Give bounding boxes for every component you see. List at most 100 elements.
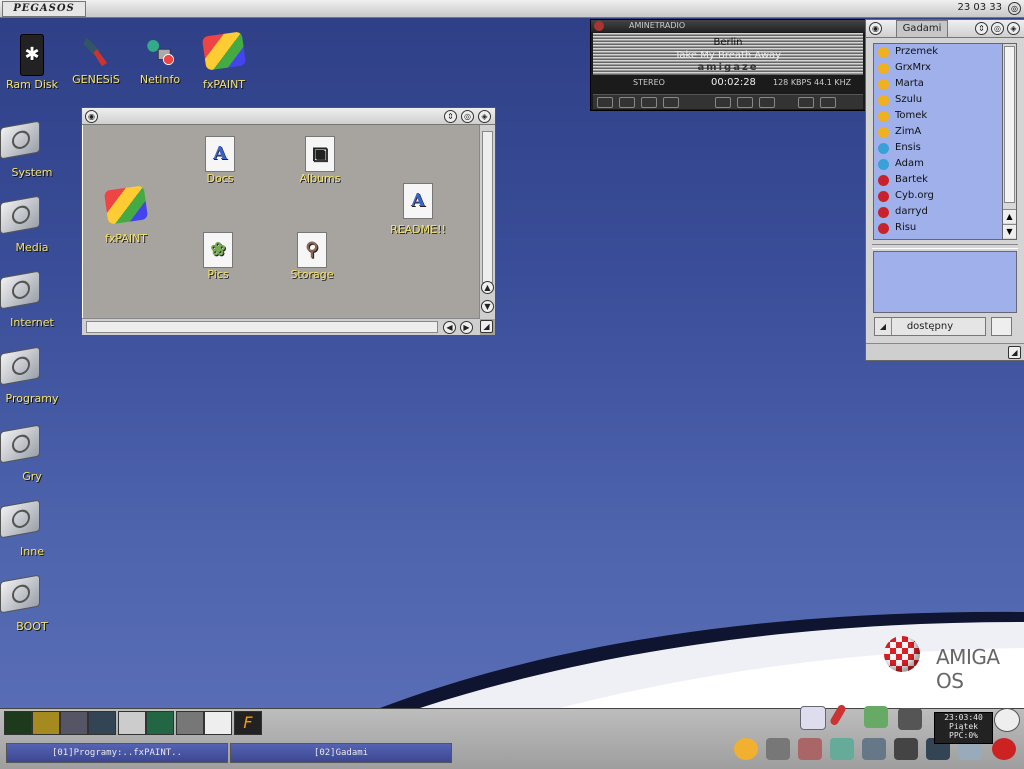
contact-item[interactable]: Ensis: [874, 140, 1002, 156]
record-icon[interactable]: [736, 97, 753, 108]
screen-depth-icon[interactable]: ◎: [1008, 2, 1021, 15]
desktop-icon-programy[interactable]: Programy: [0, 346, 64, 405]
scroll-left-icon[interactable]: ◀: [443, 321, 456, 334]
drawer-item-pics[interactable]: ❀ Pics: [178, 232, 258, 281]
monitor-icon[interactable]: [894, 738, 918, 760]
drawer-item-albums[interactable]: ▣ Albums: [280, 136, 360, 185]
resize-grip-icon[interactable]: ◢: [1008, 346, 1021, 359]
tools-icon[interactable]: [60, 711, 88, 735]
contact-scroll-knob[interactable]: [1004, 46, 1015, 203]
desktop-icon-boot[interactable]: BOOT: [0, 574, 64, 633]
play-icon[interactable]: [619, 97, 635, 108]
scissors-icon[interactable]: [798, 738, 822, 760]
gadami-title-bar[interactable]: ◉ Gadami ⇕ ◎ ◈: [866, 20, 1024, 38]
mplayer-icon[interactable]: [800, 706, 826, 730]
contact-item[interactable]: Cyb.org: [874, 188, 1002, 204]
message-area[interactable]: [873, 251, 1017, 313]
rewind-icon[interactable]: [714, 97, 731, 108]
iconify-icon[interactable]: ⇕: [444, 110, 457, 123]
desktop-icon-fxpaint[interactable]: fxPAINT: [192, 31, 256, 91]
contact-item[interactable]: Marta: [874, 76, 1002, 92]
network-icon[interactable]: [862, 738, 886, 760]
contact-item[interactable]: Risu: [874, 220, 1002, 236]
drawer-title-bar[interactable]: ◉ ⇕ ◎ ◈: [82, 108, 495, 125]
font-icon[interactable]: F: [234, 711, 262, 735]
iconify-icon[interactable]: ⇕: [975, 22, 988, 35]
stop-icon[interactable]: [641, 97, 657, 108]
desktop-icon-media[interactable]: Media: [0, 195, 64, 254]
desktop-icon-genesis[interactable]: GENESiS: [64, 34, 128, 86]
wand-icon[interactable]: [864, 706, 888, 728]
contact-list[interactable]: Przemek GrxMrx Marta Szulu Tomek ZimA Ensis Ada…: [873, 43, 1003, 240]
radio-bitrate: 128 KBPS 44.1 KHZ: [773, 78, 852, 87]
playlist-icon[interactable]: [820, 97, 836, 108]
terminal-icon[interactable]: [898, 708, 922, 730]
desktop-icon-netinfo[interactable]: NetInfo: [128, 34, 192, 86]
horizontal-scroll-knob[interactable]: [86, 321, 438, 333]
status-extra-button[interactable]: [991, 317, 1012, 336]
contact-item[interactable]: Szulu: [874, 92, 1002, 108]
desktop-icon-gry[interactable]: Gry: [0, 424, 64, 483]
task-button-programy[interactable]: [01]Programy:..fxPAINT..: [6, 743, 228, 763]
vertical-scroll-knob[interactable]: [482, 131, 493, 283]
contact-item[interactable]: Bartek: [874, 172, 1002, 188]
sun-icon[interactable]: [734, 738, 758, 760]
scroll-right-icon[interactable]: ▶: [460, 321, 473, 334]
resize-grip-icon[interactable]: ◢: [480, 320, 493, 333]
contact-item[interactable]: Tomek: [874, 108, 1002, 124]
zoom-icon[interactable]: ◎: [461, 110, 474, 123]
moon-icon[interactable]: [204, 711, 232, 735]
depth-icon[interactable]: ◈: [478, 110, 491, 123]
contact-list-scrollbar[interactable]: ▲ ▼: [1002, 43, 1017, 240]
desktop-icon-inne[interactable]: Inne: [0, 499, 64, 558]
game-icon[interactable]: [992, 738, 1016, 760]
tab-gadami[interactable]: Gadami: [896, 20, 948, 37]
scroll-up-icon[interactable]: ▲: [1003, 209, 1016, 223]
zoom-icon[interactable]: ◎: [991, 22, 1004, 35]
document-icon: A: [200, 136, 235, 177]
calculator-icon[interactable]: [32, 711, 60, 735]
vertical-scrollbar[interactable]: ▲ ▼: [479, 125, 495, 319]
keyboard-icon[interactable]: [88, 711, 116, 735]
desktop-icon-system[interactable]: System: [0, 120, 64, 179]
radio-time: 00:02:28: [711, 77, 756, 88]
contact-item[interactable]: GrxMrx: [874, 60, 1002, 76]
tank-icon[interactable]: [766, 738, 790, 760]
workbench-icon[interactable]: [994, 708, 1020, 732]
scroll-down-icon[interactable]: ▼: [481, 300, 494, 313]
drawer-item-docs[interactable]: A Docs: [180, 136, 260, 185]
desktop-icon-ram-disk[interactable]: ✱ Ram Disk: [0, 34, 64, 91]
contact-item[interactable]: Adam: [874, 156, 1002, 172]
contact-item[interactable]: Przemek: [874, 44, 1002, 60]
close-icon[interactable]: ◉: [85, 110, 98, 123]
volume-icon[interactable]: [798, 97, 814, 108]
prev-icon[interactable]: [597, 97, 613, 108]
drawer-window: ◉ ⇕ ◎ ◈ A Docs ▣ Albums fxPAINT A README…: [81, 107, 496, 336]
contact-name: GrxMrx: [895, 62, 931, 73]
drawer-item-readme[interactable]: A README!!: [378, 183, 458, 236]
tools-icon[interactable]: [830, 738, 854, 760]
pause-icon[interactable]: [663, 97, 679, 108]
depth-icon[interactable]: ◈: [1007, 22, 1020, 35]
chart-icon[interactable]: [146, 711, 174, 735]
scroll-up-icon[interactable]: ▲: [481, 281, 494, 294]
contact-item[interactable]: ZimA: [874, 124, 1002, 140]
pegasos-menu-button[interactable]: PEGASOS: [2, 1, 86, 17]
drawer-item-storage[interactable]: ⚲ Storage: [272, 232, 352, 281]
notes-icon[interactable]: [118, 711, 146, 735]
close-icon[interactable]: ◉: [869, 22, 882, 35]
horizontal-scrollbar[interactable]: ◀ ▶: [82, 318, 480, 335]
radio-line-1: Berlin: [713, 37, 743, 48]
forward-icon[interactable]: [758, 97, 775, 108]
status-dropdown[interactable]: ◢ dostępny: [874, 317, 986, 336]
shell-icon[interactable]: [4, 711, 32, 735]
preferences-icon[interactable]: [176, 711, 204, 735]
drive-icon: [0, 424, 40, 464]
scroll-down-icon[interactable]: ▼: [1003, 224, 1016, 238]
task-button-gadami[interactable]: [02]Gadami: [230, 743, 452, 763]
popup-icon: ◢: [875, 318, 892, 335]
desktop-icon-internet[interactable]: Internet: [0, 270, 64, 329]
radio-title-bar[interactable]: AMINETRADIO: [591, 20, 865, 32]
contact-item[interactable]: darryd: [874, 204, 1002, 220]
drawer-item-fxpaint[interactable]: fxPAINT: [86, 185, 166, 245]
